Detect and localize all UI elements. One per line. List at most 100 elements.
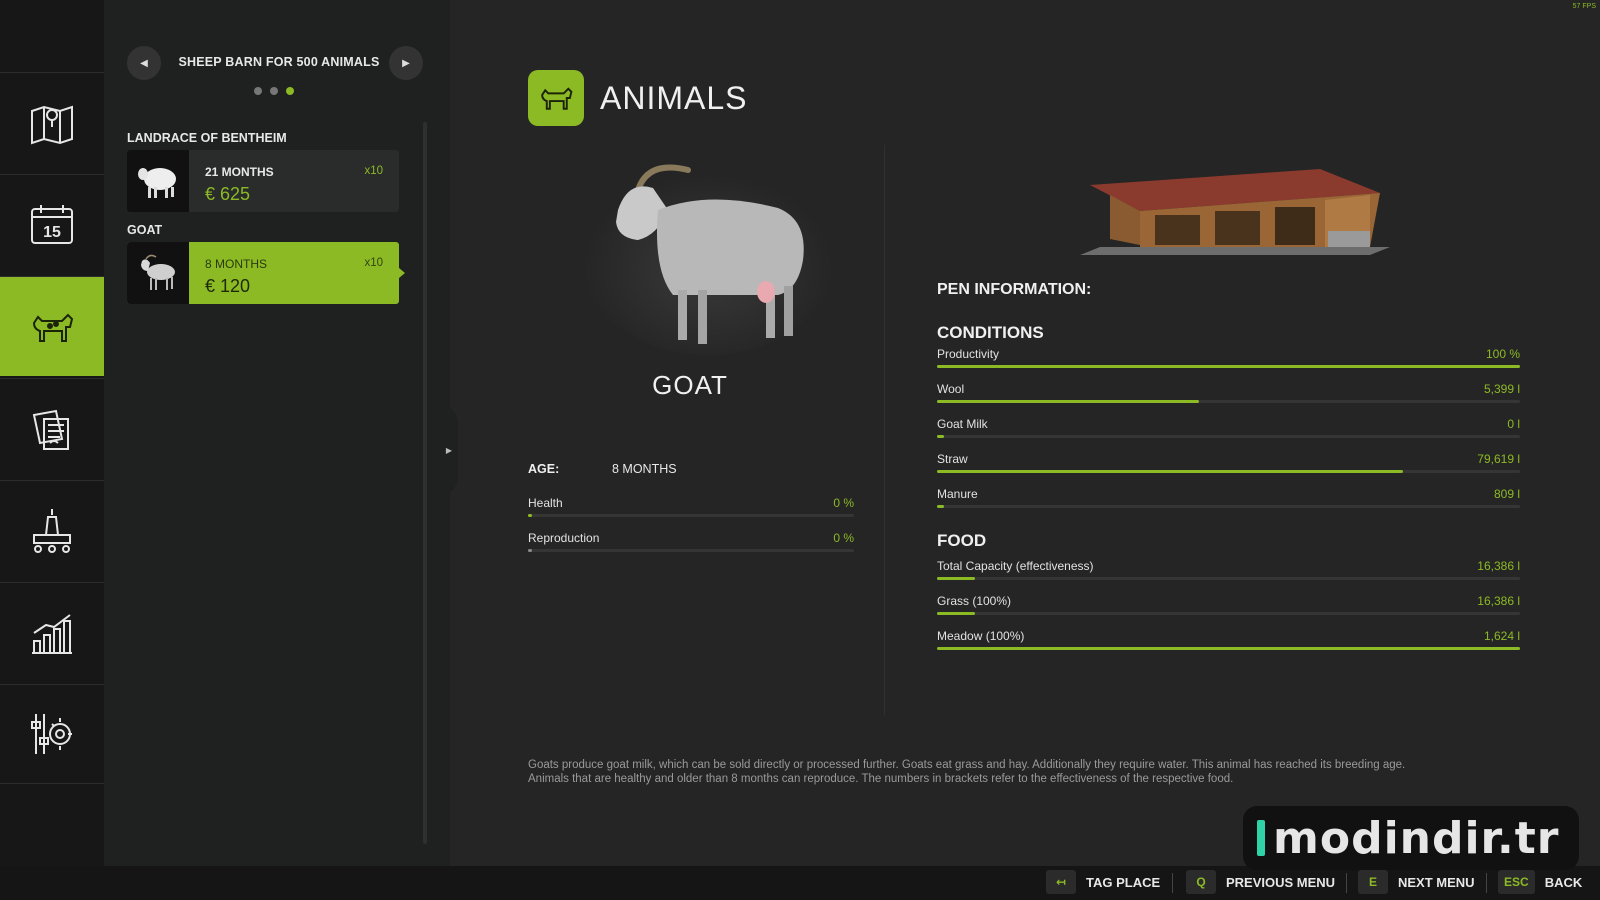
age-label: AGE: xyxy=(528,462,560,476)
stat-track xyxy=(937,505,1520,508)
hint-separator xyxy=(1346,873,1347,893)
rail-item-production[interactable] xyxy=(0,480,104,580)
stat-value: 809 l xyxy=(1493,487,1520,501)
stat-value: 5,399 l xyxy=(1483,382,1520,396)
animal-description: Goats produce goat milk, which can be so… xyxy=(528,759,1406,785)
condition-row-goat-milk: Goat Milk 0 l xyxy=(937,417,1520,441)
watermark: modindir.tr xyxy=(1243,806,1579,870)
stat-value: 0 % xyxy=(833,496,854,510)
goat-image xyxy=(583,164,833,355)
hint-separator xyxy=(1486,873,1487,893)
menu-rail: 15 xyxy=(0,0,110,866)
hint-label: PREVIOUS MENU xyxy=(1226,874,1336,890)
stat-value: 100 % xyxy=(1485,347,1520,361)
animals-icon xyxy=(32,313,74,342)
rail-item-contracts[interactable] xyxy=(0,378,104,478)
stat-track xyxy=(528,549,854,552)
production-icon xyxy=(33,508,71,553)
stat-fill xyxy=(528,549,532,552)
barn-title: SHEEP BARN FOR 500 ANIMALS xyxy=(178,55,380,69)
hint-previous-menu[interactable]: Q PREVIOUS MENU xyxy=(1186,870,1335,894)
sheep-icon xyxy=(138,168,176,198)
page-dot[interactable] xyxy=(270,87,278,95)
stat-value: 79,619 l xyxy=(1477,452,1520,466)
stat-label: Total Capacity (effectiveness) xyxy=(937,559,1094,573)
animal-age: 8 MONTHS xyxy=(205,257,268,271)
hint-back[interactable]: ESC BACK xyxy=(1498,870,1582,894)
column-divider xyxy=(884,145,885,715)
stat-label: Productivity xyxy=(937,347,1000,361)
calendar-day: 15 xyxy=(43,224,61,241)
stat-fill xyxy=(937,435,944,438)
fps-counter: 57 FPS xyxy=(1572,3,1596,10)
condition-row-manure: Manure 809 l xyxy=(937,487,1520,511)
sheep-thumbnail xyxy=(127,150,189,212)
hint-separator xyxy=(1172,873,1173,893)
condition-row-straw: Straw 79,619 l xyxy=(937,452,1520,476)
animal-price: € 120 xyxy=(205,276,251,296)
animal-count: x10 xyxy=(364,165,383,177)
stat-value: 16,386 l xyxy=(1477,594,1520,608)
map-icon xyxy=(31,105,73,144)
condition-row-productivity: Productivity 100 % xyxy=(937,347,1520,371)
key-badge: E xyxy=(1358,870,1388,894)
stat-fill xyxy=(937,365,1520,368)
stat-fill xyxy=(937,470,1404,473)
animal-list-panel: ◀ SHEEP BARN FOR 500 ANIMALS ▶ LANDRACE … xyxy=(104,0,450,866)
rail-item-animals[interactable] xyxy=(0,276,110,376)
stat-track xyxy=(937,435,1520,438)
animal-age: 21 MONTHS xyxy=(205,165,274,179)
stat-value: 1,624 l xyxy=(1483,629,1520,643)
stat-label: Meadow (100%) xyxy=(937,629,1025,643)
hint-label: TAG PLACE xyxy=(1086,874,1161,890)
collapse-panel-toggle[interactable]: ▶ xyxy=(440,405,458,495)
stat-label: Wool xyxy=(937,382,965,396)
rail-item-settings[interactable] xyxy=(0,684,104,784)
arrow-left-icon: ◀ xyxy=(140,57,148,69)
rail-item-calendar[interactable]: 15 xyxy=(0,174,104,274)
animals-header-icon xyxy=(528,70,584,126)
animal-count: x10 xyxy=(364,257,383,269)
stat-track xyxy=(937,400,1520,403)
age-value: 8 MONTHS xyxy=(612,462,677,476)
rail-item-map[interactable] xyxy=(0,72,104,172)
conditions-title: CONDITIONS xyxy=(937,323,1044,342)
watermark-bar xyxy=(1257,820,1265,856)
stat-health: Health 0 % xyxy=(528,496,854,520)
rail-item-statistics[interactable] xyxy=(0,582,104,682)
stat-label: Manure xyxy=(937,487,978,501)
animal-card-goat[interactable]: 8 MONTHS € 120 x10 xyxy=(127,242,405,304)
stat-track xyxy=(937,365,1520,368)
hint-tag-place[interactable]: ↤ TAG PLACE xyxy=(1046,870,1160,894)
animal-name: GOAT xyxy=(652,370,728,400)
hint-label: NEXT MENU xyxy=(1398,874,1475,890)
list-scrollbar[interactable] xyxy=(423,122,427,844)
watermark-text: modindir.tr xyxy=(1273,812,1560,864)
stat-fill xyxy=(937,647,1520,650)
key-badge: ↤ xyxy=(1046,870,1076,894)
animal-card-sheep[interactable]: 21 MONTHS € 625 x10 xyxy=(127,150,399,212)
stat-track xyxy=(937,470,1520,473)
next-barn-button[interactable]: ▶ xyxy=(389,46,423,80)
pen-image xyxy=(1080,169,1390,255)
prev-barn-button[interactable]: ◀ xyxy=(127,46,161,80)
stat-value: 0 % xyxy=(833,531,854,545)
hint-next-menu[interactable]: E NEXT MENU xyxy=(1358,870,1475,894)
page-title: ANIMALS xyxy=(600,80,748,116)
stat-label: Straw xyxy=(937,452,968,466)
group-label: GOAT xyxy=(127,223,163,237)
page-dot[interactable] xyxy=(254,87,262,95)
stat-label: Reproduction xyxy=(528,531,600,545)
stat-fill xyxy=(528,514,532,517)
stat-reproduction: Reproduction 0 % xyxy=(528,531,854,555)
key-badge: Q xyxy=(1186,870,1216,894)
stat-fill xyxy=(937,612,975,615)
page-dot-active[interactable] xyxy=(286,87,294,95)
calendar-icon: 15 xyxy=(31,204,73,244)
stat-value: 0 l xyxy=(1507,417,1520,431)
stat-fill xyxy=(937,577,975,580)
stat-label: Grass (100%) xyxy=(937,594,1012,608)
stat-track xyxy=(937,577,1520,580)
stat-track xyxy=(937,612,1520,615)
stat-value: 16,386 l xyxy=(1477,559,1520,573)
